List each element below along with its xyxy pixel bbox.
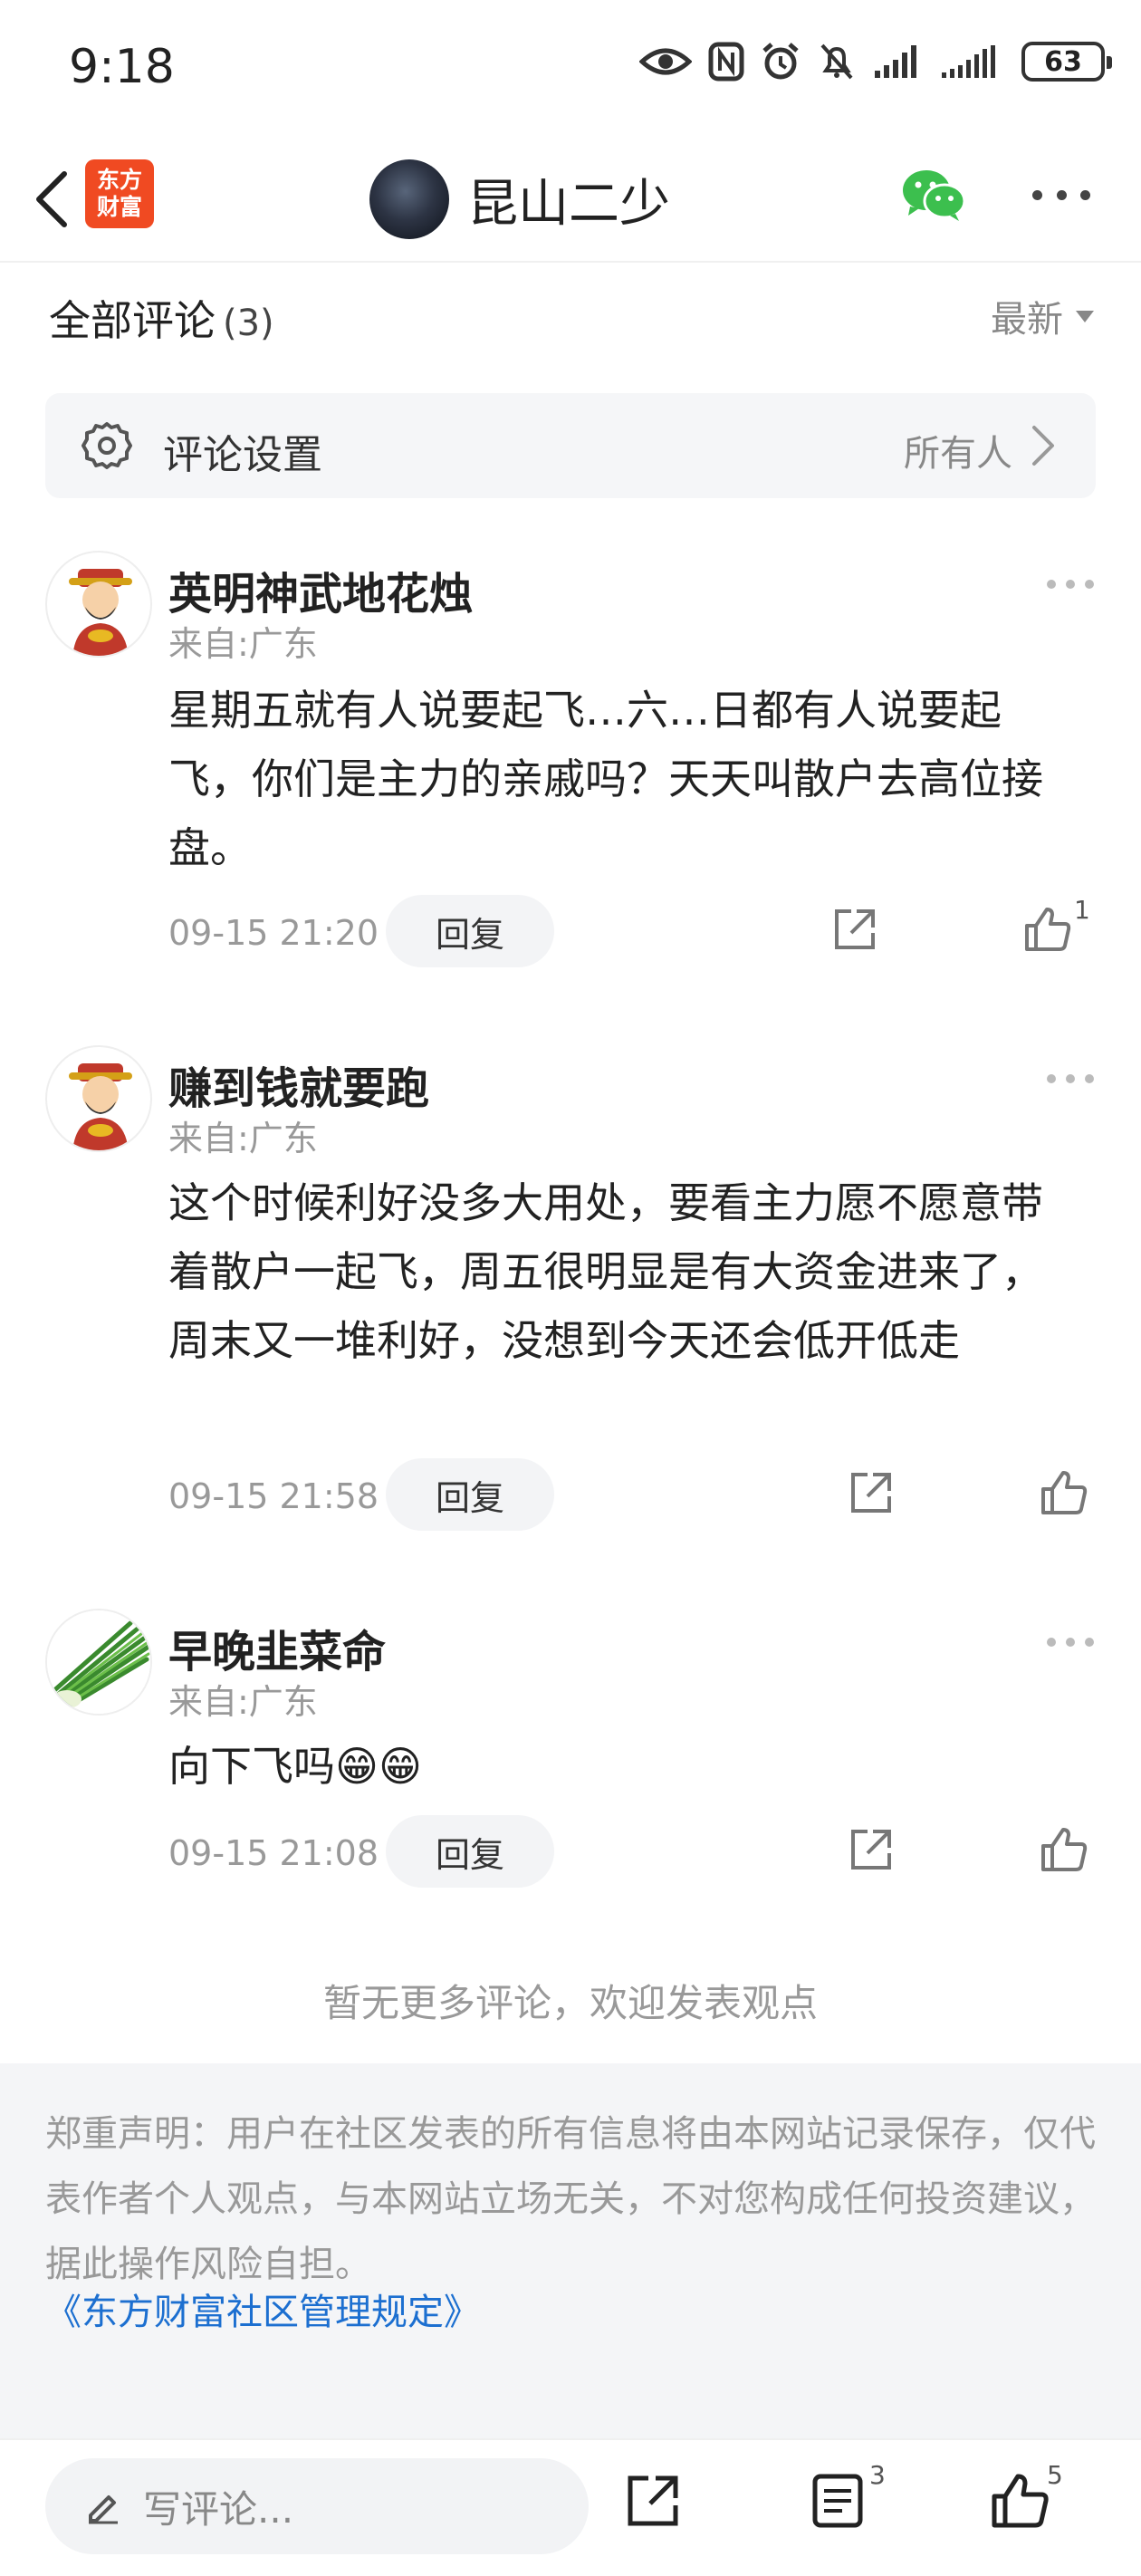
comment-item: 早晚韭菜命 来自:广东 向下飞吗😁😁 09-15 21:08 回复 [0,1609,1141,1908]
battery-level: 63 [1044,45,1082,78]
disclaimer-section: 郑重声明：用户在社区发表的所有信息将由本网站记录保存，仅代表作者个人观点，与本网… [0,2063,1141,2438]
commenter-avatar[interactable] [45,1045,152,1152]
reply-button[interactable]: 回复 [386,1815,554,1888]
commenter-location: 来自:广东 [168,1682,318,1722]
author-name[interactable]: 昆山二少 [467,163,670,236]
eye-icon [639,48,692,75]
comment-actions: 09-15 21:08 回复 [0,1815,1141,1888]
like-count-badge: 5 [1047,2460,1063,2490]
caret-down-icon [1076,310,1094,322]
commenter-location: 来自:广东 [168,1119,318,1158]
comment-more-button[interactable] [1047,578,1094,591]
comments-count: (3) [223,303,274,344]
sort-dropdown[interactable]: 最新 [991,290,1094,342]
comment-actions: 09-15 21:58 回复 [0,1458,1141,1531]
comment-more-button[interactable] [1047,1072,1094,1085]
app-logo[interactable]: 东方 财富 [85,159,154,228]
fortune-god-avatar-icon [69,1063,132,1150]
status-time: 9:18 [69,40,175,94]
commenter-name[interactable]: 赚到钱就要跑 [168,1053,429,1116]
pencil-icon [89,2495,118,2524]
disclaimer-text: 郑重声明：用户在社区发表的所有信息将由本网站记录保存，仅代表作者个人观点，与本网… [45,2113,1096,2285]
more-options-button[interactable] [1032,181,1090,208]
share-icon[interactable] [625,2473,681,2529]
like-icon[interactable] [1023,906,1072,953]
commenter-avatar[interactable] [45,1609,152,1716]
write-comment-placeholder: 写评论... [143,2486,294,2532]
share-icon[interactable] [831,906,878,953]
comments-title: 全部评论 (3) [49,288,274,348]
reply-button[interactable]: 回复 [386,1458,554,1531]
reply-button[interactable]: 回复 [386,895,554,967]
comment-text: 星期五就有人说要起飞…六…日都有人说要起飞，你们是主力的亲戚吗？天天叫散户去高位… [168,686,1043,872]
comment-text: 向下飞吗😁😁 [168,1742,422,1791]
comments-icon[interactable] [811,2473,864,2529]
mute-icon [820,43,853,80]
top-nav: 东方 财富 昆山二少 [0,136,1141,263]
back-arrow-icon [36,171,67,227]
settings-value: 所有人 [904,433,1012,475]
comment-item: 赚到钱就要跑 来自:广东 这个时候利好没多大用处，要看主力愿不愿意带着散户一起飞… [0,1045,1141,1534]
signal-2-icon [942,45,995,78]
comment-settings-row[interactable]: 评论设置 所有人 [45,393,1096,498]
signal-icon [875,45,916,78]
no-more-comments: 暂无更多评论，欢迎发表观点 [322,1981,818,2025]
commenter-location: 来自:广东 [168,624,318,664]
status-icons: 63 [639,42,1112,82]
fortune-god-avatar-icon [69,569,132,656]
community-rules-link[interactable]: 《东方财富社区管理规定》 [45,2283,480,2335]
chives-avatar-icon [47,1610,150,1714]
commenter-name[interactable]: 英明神武地花烛 [168,558,473,621]
comment-time: 09-15 21:58 [168,1476,379,1516]
like-icon[interactable] [1040,1826,1088,1873]
wechat-share-icon[interactable] [901,167,966,225]
comment-more-button[interactable] [1047,1636,1094,1648]
share-icon[interactable] [848,1469,895,1516]
comments-count-badge: 3 [869,2460,886,2490]
like-icon[interactable] [1040,1469,1088,1516]
share-icon[interactable] [848,1826,895,1873]
app-logo-line1: 东方 [96,167,142,193]
comment-time: 09-15 21:20 [168,913,379,953]
alarm-icon [762,43,799,80]
bottom-action-bar: 写评论... 3 5 [0,2438,1141,2576]
nfc-icon [708,42,744,82]
like-icon[interactable] [991,2473,1050,2529]
battery-indicator: 63 [1021,42,1112,82]
commenter-avatar[interactable] [45,551,152,658]
app-logo-line2: 财富 [96,194,142,220]
author-info[interactable]: 昆山二少 [369,154,670,245]
commenter-name[interactable]: 早晚韭菜命 [168,1616,386,1679]
comment-text: 这个时候利好没多大用处，要看主力愿不愿意带着散户一起飞，周五很明显是有大资金进来… [168,1178,1043,1365]
comment-time: 09-15 21:08 [168,1833,379,1873]
gear-icon [82,422,132,469]
settings-label: 评论设置 [163,432,322,478]
chevron-right-icon [1032,426,1054,466]
comment-actions: 09-15 21:20 回复 1 [0,895,1141,967]
sort-label: 最新 [991,299,1063,341]
comments-title-text: 全部评论 [49,296,216,345]
like-count: 1 [1074,895,1090,925]
comment-item: 英明神武地花烛 来自:广东 星期五就有人说要起飞…六…日都有人说要起飞，你们是主… [0,551,1141,985]
write-comment-input[interactable]: 写评论... [45,2458,589,2554]
author-avatar[interactable] [369,159,449,239]
status-bar: 9:18 63 [0,0,1141,136]
back-button[interactable] [20,163,83,235]
